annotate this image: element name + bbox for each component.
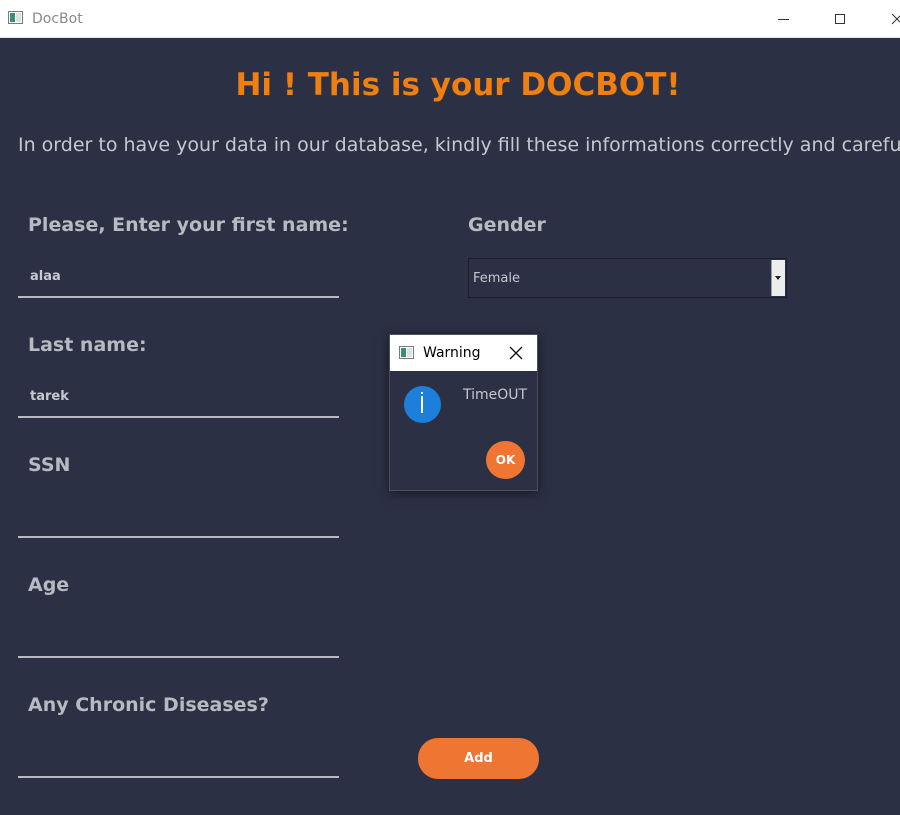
ssn-label: SSN [28, 454, 71, 476]
gender-select[interactable]: Female [468, 258, 787, 298]
gender-dropdown-button[interactable] [771, 260, 785, 296]
warning-dialog: Warning TimeOUT OK [389, 334, 538, 491]
close-icon [509, 346, 523, 360]
gender-selected-value: Female [473, 271, 521, 286]
intro-text: In order to have your data in our databa… [18, 134, 900, 156]
first-name-label: Please, Enter your first name: [28, 214, 349, 236]
first-name-field[interactable]: alaa [18, 258, 339, 298]
dialog-close-button[interactable] [504, 341, 528, 365]
close-icon [891, 13, 900, 25]
close-button[interactable] [874, 0, 900, 38]
info-icon [404, 386, 441, 423]
first-name-value: alaa [30, 269, 61, 284]
gender-label: Gender [468, 214, 546, 236]
window-title: DocBot [32, 11, 83, 27]
ok-button[interactable]: OK [486, 441, 525, 479]
chronic-diseases-field[interactable] [18, 738, 339, 778]
page-title: Hi ! This is your DOCBOT! [235, 67, 681, 103]
app-window-icon [8, 11, 23, 24]
dialog-message: TimeOUT [463, 387, 528, 403]
maximize-icon [835, 14, 845, 24]
last-name-value: tarek [30, 389, 69, 404]
age-field[interactable] [18, 618, 339, 658]
info-icon-dot [421, 392, 423, 394]
last-name-label: Last name: [28, 334, 147, 356]
maximize-button[interactable] [817, 0, 863, 38]
last-name-field[interactable]: tarek [18, 378, 339, 418]
dialog-title: Warning [423, 345, 481, 361]
minimize-icon [777, 18, 789, 20]
minimize-button[interactable] [760, 0, 806, 38]
chevron-down-icon [775, 276, 781, 280]
chronic-diseases-label: Any Chronic Diseases? [28, 694, 269, 716]
ssn-field[interactable] [18, 498, 339, 538]
window-titlebar: DocBot [0, 0, 900, 38]
info-icon-bar [421, 396, 423, 413]
add-button[interactable]: Add [418, 738, 539, 779]
app-window-icon [399, 346, 414, 359]
dialog-titlebar: Warning [390, 335, 537, 371]
age-label: Age [28, 574, 70, 596]
